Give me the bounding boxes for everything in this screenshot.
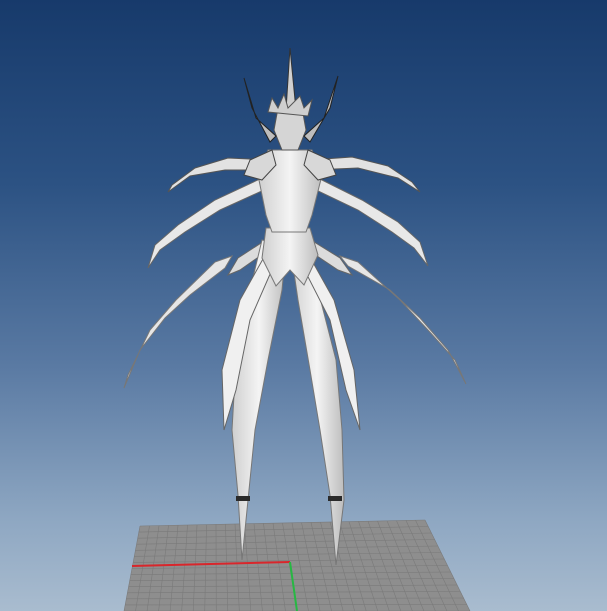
- lower-right-blade: [338, 254, 467, 385]
- center-horn: [285, 47, 297, 111]
- lower-left-blade: [123, 255, 234, 389]
- 3d-viewport[interactable]: [0, 0, 607, 611]
- character-model[interactable]: [123, 47, 467, 566]
- left-ankle-band: [236, 496, 250, 501]
- viewport-scene[interactable]: [0, 0, 607, 611]
- middle-right-arm: [315, 177, 429, 267]
- right-ankle-band: [328, 496, 342, 501]
